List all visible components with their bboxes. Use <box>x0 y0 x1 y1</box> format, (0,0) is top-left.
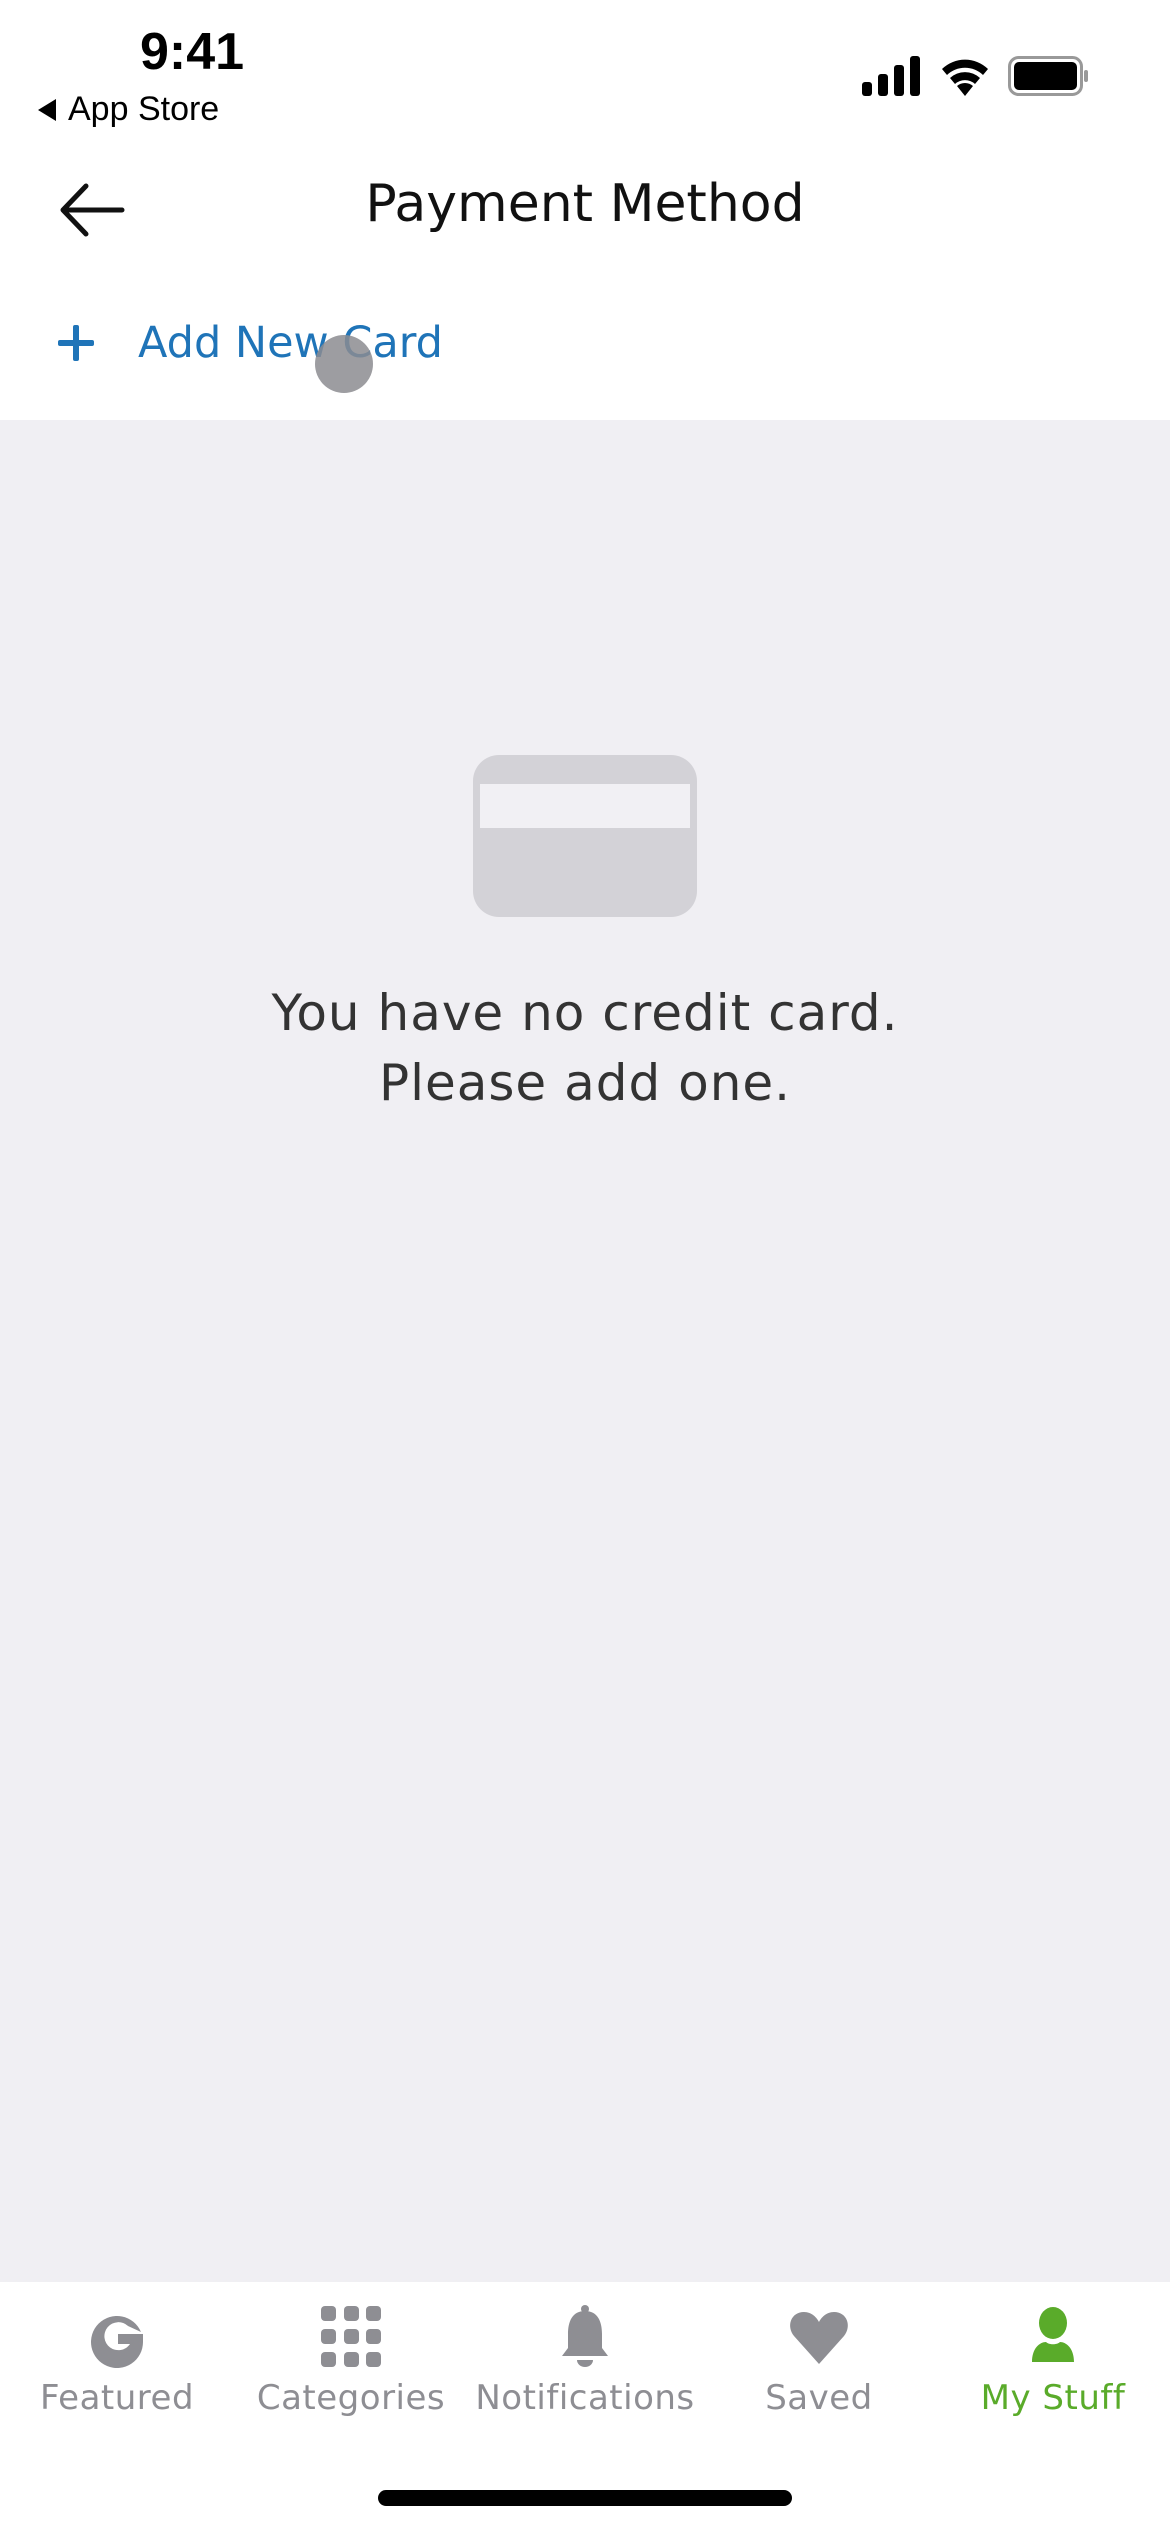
tab-my-stuff[interactable]: My Stuff <box>936 2282 1170 2442</box>
grid-icon <box>321 2306 381 2367</box>
touch-indicator <box>315 335 373 393</box>
battery-icon <box>1008 56 1088 96</box>
empty-state-line2: Please add one. <box>378 1054 792 1112</box>
empty-state-message: You have no credit card. Please add one. <box>0 978 1170 1118</box>
add-new-card-label: Add New Card <box>138 318 443 368</box>
tab-notifications[interactable]: Notifications <box>468 2282 702 2442</box>
tab-label: Saved <box>765 2378 873 2418</box>
credit-card-icon <box>473 755 697 917</box>
g-logo-icon <box>91 2316 143 2368</box>
bell-icon <box>562 2305 608 2367</box>
status-bar: 9:41 App Store <box>0 0 1170 140</box>
person-icon <box>1032 2307 1074 2362</box>
plus-icon <box>58 325 94 361</box>
home-indicator[interactable] <box>378 2490 792 2506</box>
tab-featured[interactable]: Featured <box>0 2282 234 2442</box>
header: Payment Method Add New Card <box>0 140 1170 420</box>
signal-icon <box>862 56 920 96</box>
back-app-label: App Store <box>68 90 220 128</box>
page-title: Payment Method <box>365 174 805 234</box>
back-triangle-icon <box>38 98 56 121</box>
wifi-icon <box>942 59 988 96</box>
tab-categories[interactable]: Categories <box>234 2282 468 2442</box>
status-time: 9:41 <box>140 23 245 81</box>
status-icons <box>862 56 1090 96</box>
tab-label: My Stuff <box>980 2378 1126 2418</box>
tab-label: Featured <box>39 2378 195 2418</box>
card-stripe <box>480 784 690 828</box>
tab-label: Notifications <box>475 2378 695 2418</box>
empty-state-line1: You have no credit card. <box>271 984 899 1042</box>
back-to-app-store[interactable]: App Store <box>38 90 219 129</box>
add-new-card-button[interactable]: Add New Card <box>58 318 443 368</box>
tab-saved[interactable]: Saved <box>702 2282 936 2442</box>
heart-icon <box>790 2312 848 2364</box>
tab-label: Categories <box>256 2378 446 2418</box>
